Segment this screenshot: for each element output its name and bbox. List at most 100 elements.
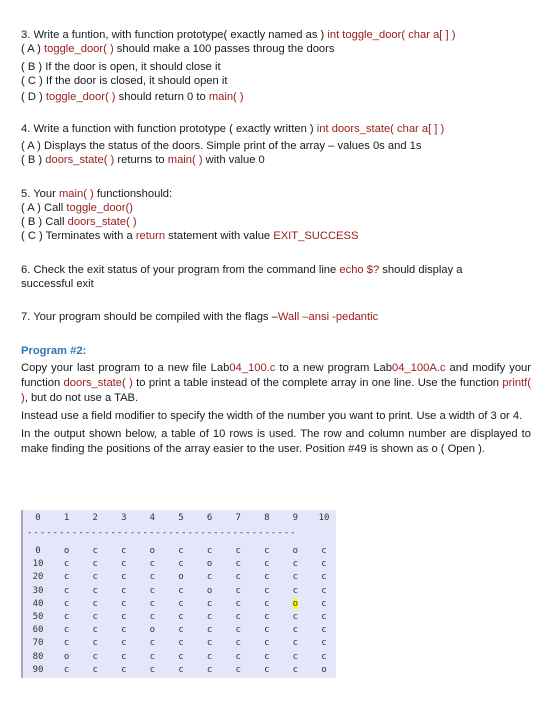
header-cell: 4 xyxy=(149,513,156,523)
table-row: 60 c c c o c c c c c c xyxy=(23,625,336,637)
row-label: 80 xyxy=(32,651,44,662)
door-closed-cell: c xyxy=(178,559,184,570)
door-closed-cell: c xyxy=(149,559,156,570)
door-closed-cell: c xyxy=(63,625,70,636)
door-open-cell: o xyxy=(284,598,306,609)
item5-a: ( A ) Call toggle_door() xyxy=(21,202,133,214)
door-closed-cell: c xyxy=(264,546,270,556)
door-open-cell: o xyxy=(63,546,70,556)
table-row: 80 o c c c c c c c c c xyxy=(23,652,336,664)
row-label: 0 xyxy=(35,546,41,556)
door-open-cell: o xyxy=(206,559,213,570)
door-closed-cell: c xyxy=(264,664,270,675)
door-closed-cell: c xyxy=(206,546,213,556)
door-closed-cell: c xyxy=(264,598,270,609)
door-closed-cell: c xyxy=(121,559,127,570)
code-toggle-door-prototype: int toggle_door( char a[ ] ) xyxy=(327,29,456,41)
door-closed-cell: c xyxy=(121,546,127,556)
item3-d: ( D ) toggle_door( ) should return 0 to … xyxy=(21,91,244,103)
program2-paragraph-2: Instead use a field modifier to specify … xyxy=(21,410,523,422)
door-closed-cell: c xyxy=(264,651,270,662)
door-closed-cell: c xyxy=(121,638,127,649)
door-closed-cell: c xyxy=(206,572,213,583)
item5-title: 5. Your main( ) functionshould: xyxy=(21,188,173,200)
door-closed-cell: c xyxy=(149,638,156,649)
item4-title: 4. Write a function with function protot… xyxy=(21,123,445,135)
item7: 7. Your program should be compiled with … xyxy=(21,311,379,323)
door-closed-cell: c xyxy=(321,651,327,662)
door-closed-cell: c xyxy=(206,651,213,662)
door-closed-cell: c xyxy=(178,598,184,609)
door-open-cell: o xyxy=(149,625,156,636)
door-closed-cell: c xyxy=(178,612,184,622)
door-closed-cell: c xyxy=(292,559,299,570)
row-label: 50 xyxy=(32,612,44,622)
door-closed-cell: c xyxy=(63,612,70,622)
door-closed-cell: c xyxy=(235,598,241,609)
table-row: 90 c c c c c c c c c o xyxy=(23,665,336,677)
row-label: 90 xyxy=(32,664,44,675)
door-open-cell: o xyxy=(149,546,156,556)
door-open-cell: o xyxy=(321,664,327,675)
header-cell: 8 xyxy=(264,513,270,523)
door-closed-cell: c xyxy=(321,546,327,556)
door-closed-cell: c xyxy=(235,559,241,570)
door-closed-cell: c xyxy=(321,559,327,570)
door-closed-cell: c xyxy=(149,612,156,622)
header-cell: 9 xyxy=(292,513,299,523)
door-closed-cell: c xyxy=(264,572,270,583)
door-open-cell: o xyxy=(63,651,70,662)
door-closed-cell: c xyxy=(235,664,241,675)
door-closed-cell: c xyxy=(292,625,299,636)
door-closed-cell: c xyxy=(206,598,213,609)
door-closed-cell: c xyxy=(149,664,156,675)
door-closed-cell: c xyxy=(92,598,98,609)
door-closed-cell: c xyxy=(321,638,327,649)
door-closed-cell: c xyxy=(92,651,98,662)
item3-c: ( C ) If the door is closed, it should o… xyxy=(21,75,228,87)
door-closed-cell: c xyxy=(292,585,299,596)
door-closed-cell: c xyxy=(264,625,270,636)
door-closed-cell: c xyxy=(149,598,156,609)
table-row: 30 c c c c c o c c c c xyxy=(23,586,336,598)
door-closed-cell: c xyxy=(63,598,70,609)
door-closed-cell: c xyxy=(321,625,327,636)
door-closed-cell: c xyxy=(178,546,184,556)
door-closed-cell: c xyxy=(92,638,98,649)
output-table-separator: ----------------------------------------… xyxy=(27,528,297,538)
door-closed-cell: c xyxy=(149,585,156,596)
door-closed-cell: c xyxy=(63,664,70,675)
table-row: 20 c c c c o c c c c c xyxy=(23,572,336,584)
item5-b: ( B ) Call doors_state( ) xyxy=(21,216,137,228)
door-closed-cell: c xyxy=(235,651,241,662)
table-row: 40 c c c c c c c c o c xyxy=(23,598,336,611)
door-closed-cell: c xyxy=(92,546,98,556)
item6-line2: successful exit xyxy=(21,278,94,290)
door-closed-cell: c xyxy=(178,664,184,675)
door-closed-cell: c xyxy=(206,664,213,675)
door-closed-cell: c xyxy=(321,612,327,622)
door-closed-cell: c xyxy=(92,625,98,636)
door-closed-cell: c xyxy=(63,572,70,583)
door-closed-cell: c xyxy=(178,638,184,649)
door-closed-cell: c xyxy=(292,664,299,675)
program2-heading: Program #2: xyxy=(21,345,87,357)
door-closed-cell: c xyxy=(235,546,241,556)
header-cell: 0 xyxy=(35,513,41,523)
item4-b: ( B ) doors_state( ) returns to main( ) … xyxy=(21,154,265,166)
door-closed-cell: c xyxy=(63,559,70,570)
document: 3. Write a funtion, with function protot… xyxy=(21,28,531,457)
row-label: 10 xyxy=(32,559,44,570)
door-closed-cell: c xyxy=(92,585,98,596)
item3-a: ( A ) toggle_door( ) should make a 100 p… xyxy=(21,43,335,55)
door-closed-cell: c xyxy=(121,572,127,583)
header-cell: 1 xyxy=(63,513,70,523)
program2-paragraph-3: In the output shown below, a table of 10… xyxy=(21,428,531,455)
door-closed-cell: c xyxy=(292,651,299,662)
door-closed-cell: c xyxy=(264,559,270,570)
door-closed-cell: c xyxy=(292,638,299,649)
item5-c: ( C ) Terminates with a return statement… xyxy=(21,230,359,242)
door-open-cell: o xyxy=(178,572,184,583)
table-row: 10 c c c c c o c c c c xyxy=(23,559,336,571)
door-closed-cell: c xyxy=(149,572,156,583)
